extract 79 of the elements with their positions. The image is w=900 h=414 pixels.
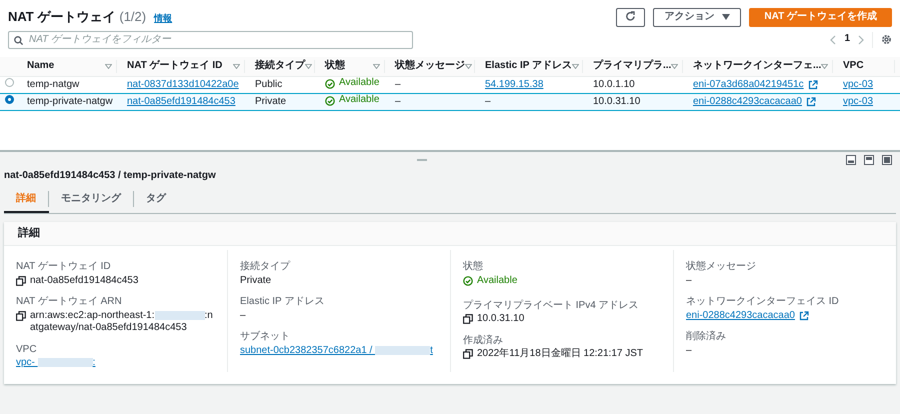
table-cell: 10.0.31.10 (593, 96, 640, 107)
field-value: Private (240, 274, 272, 286)
sort-icon[interactable] (233, 64, 240, 69)
table-cell: Private (255, 96, 286, 107)
status-text: Available (477, 274, 518, 288)
field-value: 2022年11月18日金曜日 12:21:17 JST (477, 348, 644, 360)
panel-bottom-icon[interactable] (846, 155, 856, 165)
check-circle-icon (325, 78, 335, 89)
field-label: VPC (16, 344, 38, 356)
column-header[interactable]: Name (27, 60, 54, 73)
table-cell: – (485, 96, 491, 107)
copy-icon[interactable] (16, 310, 26, 321)
refresh-icon (625, 11, 636, 22)
status-text: Available (339, 77, 380, 90)
radio-button[interactable] (5, 78, 14, 88)
caret-icon (722, 14, 730, 20)
field-label: プライマリプライベート IPv4 アドレス (463, 300, 640, 312)
table-cell: 10.0.1.10 (593, 78, 635, 90)
check-circle-icon (463, 276, 473, 286)
field-value: nat-0a85efd191484c453 (30, 274, 138, 288)
table-cell: Public (255, 78, 282, 90)
sort-icon[interactable] (821, 64, 828, 69)
sort-icon[interactable] (373, 64, 380, 69)
copy-icon[interactable] (16, 276, 26, 286)
interface-link[interactable]: eni-07a3d68a04219451c (693, 78, 804, 92)
field-label: 作成済み (463, 334, 504, 347)
field-value: – (686, 274, 692, 286)
copy-icon[interactable] (463, 314, 473, 324)
field-value: – (240, 310, 246, 321)
refresh-button[interactable] (616, 8, 646, 27)
drag-handle-icon[interactable] (417, 158, 427, 162)
status-text: Available (339, 94, 380, 107)
page-title: NAT ゲートウェイ (8, 9, 116, 26)
cell-link[interactable]: 54.199.15.38 (485, 78, 544, 90)
field-value: 10.0.31.10 (477, 313, 524, 326)
cell-link[interactable]: vpc-03 (843, 78, 874, 90)
field-label: 接続タイプ (240, 261, 292, 274)
sort-icon[interactable] (305, 64, 312, 69)
info-link[interactable]: 情報 (154, 13, 172, 24)
detail-title: nat-0a85efd191484c453 / temp-private-natgw (3, 170, 217, 182)
field-label: 削除済み (686, 331, 727, 344)
field-value: arn:aws:ec2:ap-northeast-1: :natgateway/nat-0a85efd191484c453 (30, 310, 214, 335)
panel-full-icon[interactable] (882, 155, 892, 165)
sort-icon[interactable] (465, 64, 472, 69)
sort-icon[interactable] (572, 64, 580, 69)
copy-icon[interactable] (463, 349, 473, 359)
external-link-icon[interactable] (806, 97, 816, 108)
search-field[interactable]: NAT ゲートウェイをフィルター (8, 30, 413, 49)
field-label: サブネット (240, 331, 291, 344)
search-icon (14, 36, 23, 45)
settings-icon[interactable] (881, 34, 892, 46)
field-label: 状態 (463, 261, 484, 274)
table-cell: temp-private-natgw (27, 96, 113, 107)
field-label: ネットワークインターフェイス ID (686, 296, 840, 309)
item-count: (1/2) (119, 9, 146, 26)
table-cell: temp-natgw (27, 78, 80, 90)
radio-button[interactable] (5, 95, 14, 104)
table-cell: – (395, 96, 401, 107)
field-label: 状態メッセージ (686, 261, 757, 274)
sort-icon[interactable] (105, 64, 112, 69)
table-cell: – (395, 78, 401, 90)
sort-icon[interactable] (671, 64, 678, 69)
page-number[interactable]: 1 (844, 33, 850, 46)
field-label: Elastic IP アドレス (240, 296, 326, 309)
external-link-icon[interactable] (798, 311, 809, 321)
field-value: – (686, 344, 692, 356)
field-label: NAT ゲートウェイ ID (16, 261, 112, 274)
section-title: 詳細 (4, 222, 896, 246)
external-link-icon[interactable] (808, 80, 818, 90)
field-label: NAT ゲートウェイ ARN (16, 296, 123, 309)
check-circle-icon (325, 96, 335, 106)
tab[interactable]: モニタリング (49, 190, 134, 206)
actions-button[interactable]: アクション (653, 8, 742, 27)
column-header[interactable]: 状態 (325, 60, 345, 73)
panel-top-icon[interactable] (864, 155, 874, 165)
tab[interactable]: タグ (134, 190, 178, 206)
interface-link[interactable]: eni-0288c4293cacacaa0 (686, 310, 795, 322)
cell-link[interactable]: nat-0837d133d10422a0e (127, 78, 239, 90)
value-link[interactable]: subnet-0cb2382357c6822a1 / t (240, 344, 433, 356)
